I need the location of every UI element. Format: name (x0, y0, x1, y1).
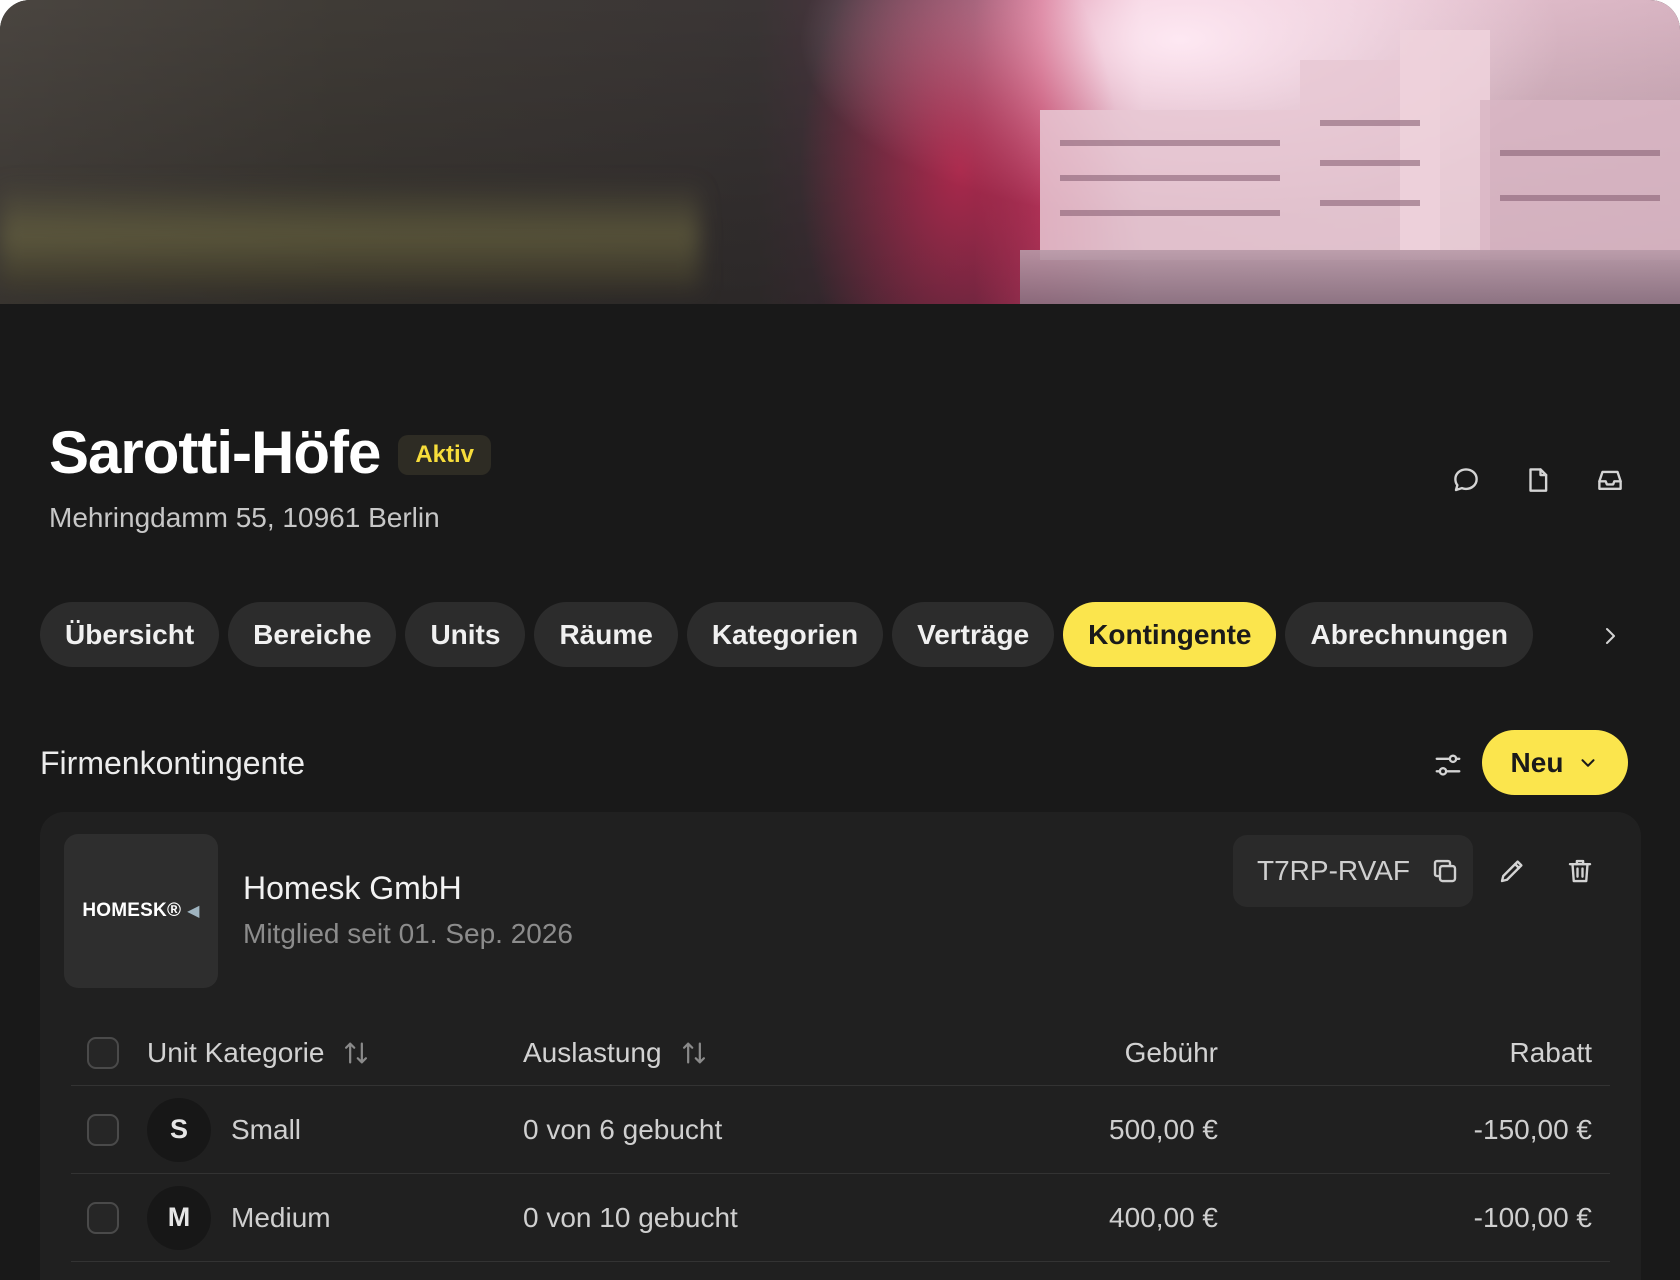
app-frame: Sarotti-Höfe Aktiv Mehringdamm 55, 10961… (0, 0, 1680, 1280)
company-logo: HOMESK® ◀ (64, 834, 218, 988)
invite-code-chip[interactable]: T7RP-RVAF (1233, 835, 1473, 907)
new-button-label: Neu (1510, 746, 1564, 778)
chevron-right-icon[interactable] (1592, 618, 1628, 654)
filter-icon[interactable] (1428, 745, 1468, 785)
cell-fee: 400,00 € (1109, 1201, 1218, 1233)
copy-icon[interactable] (1430, 856, 1460, 886)
category-avatar: S (147, 1097, 211, 1162)
column-fee: Gebühr (1124, 1036, 1218, 1068)
sort-icon[interactable] (680, 1039, 708, 1067)
row-checkbox[interactable] (87, 1113, 119, 1146)
member-since: Mitglied seit 01. Sep. 2026 (243, 918, 573, 949)
status-badge: Aktiv (398, 434, 492, 475)
category-avatar: M (147, 1185, 211, 1250)
cell-fee: 500,00 € (1109, 1113, 1218, 1145)
edit-icon[interactable] (1493, 852, 1531, 890)
tab-kontingente[interactable]: Kontingente (1063, 602, 1277, 667)
new-button[interactable]: Neu (1482, 730, 1628, 795)
page-title: Sarotti-Höfe (49, 419, 381, 486)
table-row[interactable]: S Small 0 von 6 gebucht 500,00 € -150,00… (71, 1086, 1610, 1174)
header-actions (1448, 462, 1628, 498)
section-title: Firmenkontingente (40, 745, 306, 781)
column-discount: Rabatt (1509, 1036, 1593, 1068)
dolphin-icon: ◀ (187, 903, 200, 920)
sort-icon[interactable] (342, 1039, 370, 1067)
row-checkbox[interactable] (87, 1201, 119, 1234)
cover-image (0, 0, 1680, 304)
cell-discount: -100,00 € (1473, 1201, 1592, 1233)
cell-category: Medium (231, 1201, 331, 1233)
tab-units[interactable]: Units (405, 602, 526, 667)
quota-table: Unit Kategorie Auslastung Gebühr Rabatt … (71, 1020, 1610, 1262)
title-row: Sarotti-Höfe Aktiv (49, 418, 492, 487)
cell-utilization: 0 von 6 gebucht (523, 1113, 723, 1145)
chat-icon[interactable] (1448, 462, 1484, 498)
trash-icon[interactable] (1561, 852, 1599, 890)
company-name: Homesk GmbH (243, 870, 462, 906)
chevron-down-icon (1581, 758, 1595, 767)
tab-kategorien[interactable]: Kategorien (686, 602, 884, 667)
cell-category: Small (231, 1113, 302, 1145)
table-row[interactable]: M Medium 0 von 10 gebucht 400,00 € -100,… (71, 1174, 1610, 1262)
company-card: HOMESK® ◀ Homesk GmbH Mitglied seit 01. S… (40, 812, 1641, 1280)
address: Mehringdamm 55, 10961 Berlin (49, 502, 440, 533)
tab-raeume[interactable]: Räume (534, 602, 678, 667)
inbox-icon[interactable] (1592, 462, 1628, 498)
tab-bar: Übersicht Bereiche Units Räume Kategorie… (40, 602, 1534, 667)
table-header: Unit Kategorie Auslastung Gebühr Rabatt (71, 1020, 1610, 1086)
tab-abrechnungen[interactable]: Abrechnungen (1285, 602, 1534, 667)
tab-vertraege[interactable]: Verträge (892, 602, 1055, 667)
cell-utilization: 0 von 10 gebucht (523, 1201, 738, 1233)
tab-uebersicht[interactable]: Übersicht (40, 602, 220, 667)
column-utilization[interactable]: Auslastung (523, 1037, 708, 1069)
select-all-checkbox[interactable] (87, 1036, 119, 1069)
invite-code: T7RP-RVAF (1257, 855, 1410, 886)
document-icon[interactable] (1520, 462, 1556, 498)
column-unit-category[interactable]: Unit Kategorie (147, 1037, 370, 1069)
tab-bereiche[interactable]: Bereiche (228, 602, 397, 667)
cell-discount: -150,00 € (1473, 1113, 1592, 1145)
